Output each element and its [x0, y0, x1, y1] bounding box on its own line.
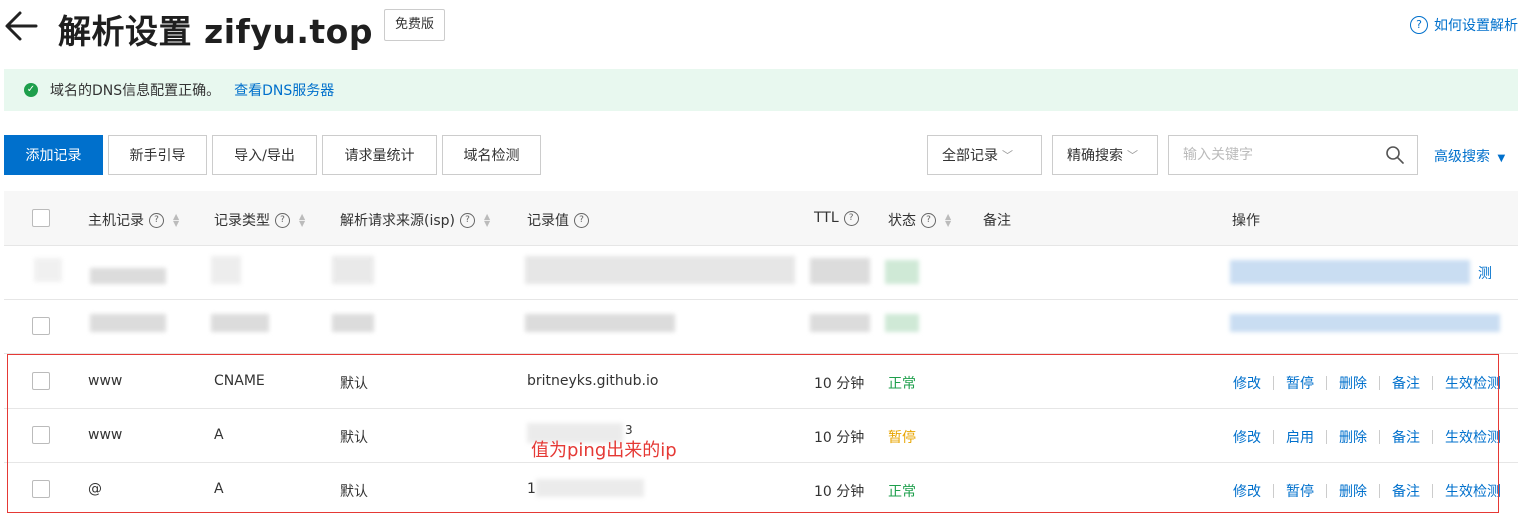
dns-status-alert: ✓ 域名的DNS信息配置正确。 查看DNS服务器	[4, 69, 1518, 111]
col-ttl-label: TTL	[814, 210, 839, 226]
plan-badge: 免费版	[384, 9, 446, 41]
sort-icon[interactable]: ▲ ▼	[484, 213, 490, 228]
chevron-down-icon: ﹀	[1002, 149, 1013, 162]
chevron-down-icon: ﹀	[1127, 149, 1138, 162]
question-icon[interactable]: ?	[843, 210, 859, 226]
annotation-text: 值为ping出来的ip	[531, 440, 677, 461]
search-mode-select[interactable]: 精确搜索 ﹀	[1052, 135, 1158, 175]
redacted-block	[90, 314, 166, 332]
col-type-label: 记录类型	[214, 213, 270, 229]
table-row-blurred: 测	[4, 246, 1518, 299]
col-status[interactable]: 状态 ? ▲ ▼	[888, 210, 951, 230]
advanced-search-label: 高级搜索	[1434, 149, 1490, 165]
redacted-block	[525, 256, 795, 284]
select-all-checkbox[interactable]	[32, 209, 50, 227]
col-status-label: 状态	[888, 213, 916, 229]
redacted-block	[211, 314, 269, 332]
question-icon[interactable]: ?	[921, 212, 936, 228]
annotation-highlight-box	[7, 354, 1499, 513]
col-type[interactable]: 记录类型 ? ▲ ▼	[214, 210, 305, 230]
sort-icon[interactable]: ▲ ▼	[173, 213, 179, 228]
check-circle-icon: ✓	[24, 83, 38, 97]
record-filter-select[interactable]: 全部记录 ﹀	[927, 135, 1042, 175]
search-input[interactable]	[1181, 136, 1385, 174]
question-icon[interactable]: ?	[574, 212, 589, 228]
domain-check-button[interactable]: 域名检测	[442, 135, 541, 175]
page-title: 解析设置 zifyu.top	[58, 12, 373, 51]
back-arrow-icon[interactable]	[2, 6, 40, 46]
redacted-block	[525, 314, 675, 332]
col-host[interactable]: 主机记录 ? ▲ ▼	[88, 210, 179, 230]
advanced-search-link[interactable]: 高级搜索 ▼	[1434, 146, 1505, 166]
redacted-block	[810, 258, 870, 284]
redacted-block	[211, 256, 241, 284]
col-value-label: 记录值	[527, 213, 569, 229]
question-icon[interactable]: ?	[275, 212, 290, 228]
add-record-button[interactable]: 添加记录	[4, 135, 103, 175]
sort-icon[interactable]: ▲ ▼	[945, 213, 951, 228]
redacted-block	[885, 260, 919, 284]
col-value: 记录值 ?	[527, 210, 589, 230]
caret-down-icon: ▼	[1497, 153, 1506, 164]
guide-button[interactable]: 新手引导	[108, 135, 207, 175]
record-filter-value: 全部记录	[942, 148, 998, 164]
view-dns-servers-link[interactable]: 查看DNS服务器	[234, 80, 334, 100]
redacted-block	[1230, 260, 1470, 284]
request-stats-button[interactable]: 请求量统计	[322, 135, 437, 175]
search-mode-value: 精确搜索	[1067, 148, 1123, 164]
question-icon: ?	[1410, 16, 1428, 34]
redacted-block	[885, 314, 919, 332]
row-checkbox[interactable]	[32, 317, 50, 335]
search-box	[1168, 135, 1418, 175]
col-ttl: TTL ?	[814, 210, 859, 226]
col-actions: 操作	[1232, 213, 1260, 229]
redacted-block	[34, 258, 62, 282]
question-icon[interactable]: ?	[460, 212, 475, 228]
redacted-block	[90, 268, 166, 284]
help-link[interactable]: ? 如何设置解析	[1410, 15, 1518, 35]
redacted-block	[810, 314, 870, 332]
col-host-label: 主机记录	[88, 213, 144, 229]
col-remark: 备注	[983, 213, 1011, 229]
help-link-label: 如何设置解析	[1434, 18, 1518, 34]
redacted-block	[332, 256, 374, 284]
import-export-button[interactable]: 导入/导出	[212, 135, 317, 175]
search-icon[interactable]	[1385, 145, 1405, 165]
col-isp-label: 解析请求来源(isp)	[340, 213, 455, 229]
alert-message: 域名的DNS信息配置正确。	[50, 83, 221, 99]
col-isp[interactable]: 解析请求来源(isp) ? ▲ ▼	[340, 210, 490, 230]
blurred-action-tail[interactable]: 测	[1478, 263, 1492, 283]
redacted-block	[332, 314, 374, 332]
sort-icon[interactable]: ▲ ▼	[299, 213, 305, 228]
table-row-blurred	[4, 300, 1518, 353]
question-icon[interactable]: ?	[149, 212, 164, 228]
redacted-block	[1230, 314, 1500, 332]
